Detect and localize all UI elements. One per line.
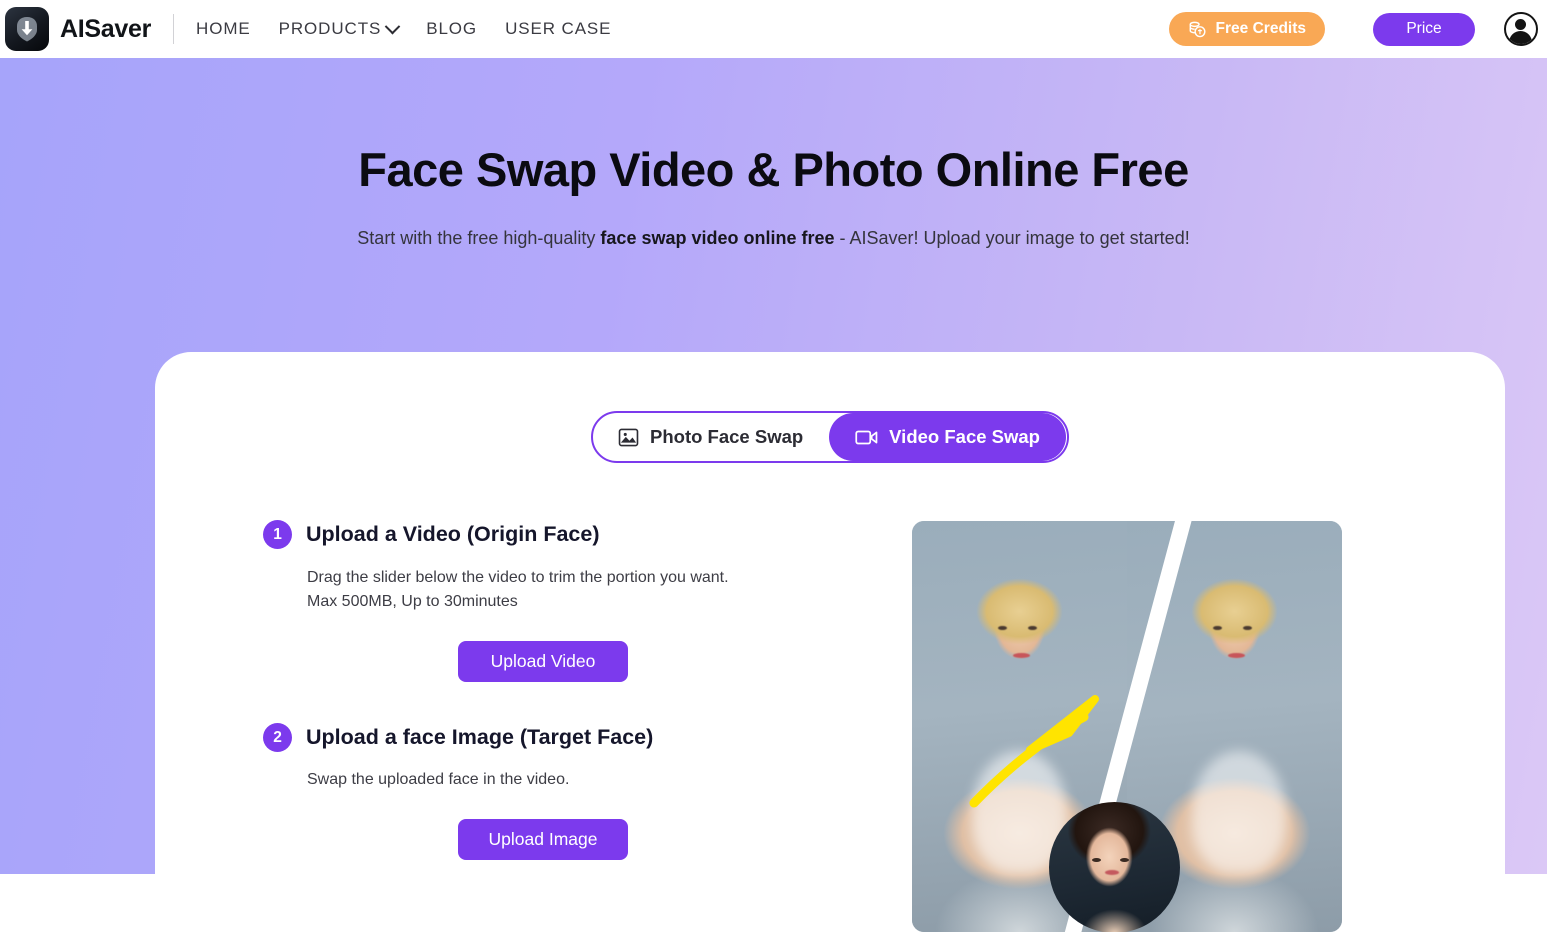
brand[interactable]: AISaver — [5, 7, 151, 51]
step-1-title: Upload a Video (Origin Face) — [306, 522, 600, 546]
step-2-header: 2 Upload a face Image (Target Face) — [263, 723, 823, 753]
header-actions: Free Credits Price — [1168, 0, 1547, 58]
free-credits-button[interactable]: Free Credits — [1168, 12, 1325, 46]
origin-lips — [1013, 652, 1031, 658]
thumb-eye-right — [1119, 858, 1129, 863]
tab-label: Photo Face Swap — [650, 426, 804, 447]
price-button[interactable]: Price — [1373, 12, 1475, 46]
main-nav: HOME PRODUCTS BLOG USER CASE — [196, 18, 611, 39]
brand-name: AISaver — [60, 14, 152, 43]
header-divider — [173, 14, 175, 44]
step-1-badge: 1 — [263, 520, 292, 549]
target-face-thumbnail — [1049, 802, 1180, 932]
step-2: 2 Upload a face Image (Target Face) Swap… — [263, 723, 823, 861]
tab-label: Video Face Swap — [889, 426, 1040, 447]
result-lips — [1228, 652, 1246, 658]
site-header: AISaver HOME PRODUCTS BLOG USER CASE Fre… — [0, 0, 1547, 58]
nav-label: HOME — [196, 19, 251, 38]
step-1-header: 1 Upload a Video (Origin Face) — [263, 520, 823, 549]
nav-label: BLOG — [426, 19, 478, 38]
upload-video-button[interactable]: Upload Video — [458, 641, 628, 683]
video-camera-icon — [855, 430, 878, 444]
nav-item-home[interactable]: HOME — [196, 19, 251, 39]
step-1: 1 Upload a Video (Origin Face) Drag the … — [263, 520, 823, 683]
result-eye-right — [1243, 625, 1253, 631]
result-eye-left — [1213, 625, 1222, 631]
nav-label: PRODUCTS — [278, 19, 382, 38]
origin-eye-right — [1028, 625, 1038, 631]
step-2-description: Swap the uploaded face in the video. — [307, 768, 823, 792]
nav-item-user-case[interactable]: USER CASE — [505, 19, 611, 39]
chevron-down-icon — [384, 18, 401, 34]
photo-icon — [618, 428, 639, 446]
face-swap-tabs: Photo Face Swap Video Face Swap — [591, 411, 1069, 463]
upload-image-button[interactable]: Upload Image — [458, 819, 628, 861]
result-top — [1191, 751, 1287, 875]
step-2-desc-line1: Swap the uploaded face in the video. — [307, 771, 570, 789]
hero-subtitle: Start with the free high-quality face sw… — [0, 228, 1547, 249]
step-2-title: Upload a face Image (Target Face) — [306, 725, 654, 750]
step-1-description: Drag the slider below the video to trim … — [307, 566, 823, 613]
coins-icon — [1189, 21, 1206, 37]
hero-subtitle-suffix: - AISaver! Upload your image to get star… — [834, 228, 1190, 248]
hero-section: Face Swap Video & Photo Online Free Star… — [0, 58, 1547, 932]
free-credits-label: Free Credits — [1215, 20, 1306, 37]
price-label: Price — [1406, 20, 1442, 37]
nav-item-products[interactable]: PRODUCTS — [278, 18, 401, 39]
page-title: Face Swap Video & Photo Online Free — [358, 143, 1189, 196]
hero-subtitle-bold: face swap video online free — [600, 228, 835, 248]
step-2-badge: 2 — [263, 723, 292, 753]
hero-subtitle-prefix: Start with the free high-quality — [357, 228, 601, 248]
user-avatar-icon[interactable] — [1504, 12, 1538, 46]
step-1-desc-line2: Max 500MB, Up to 30minutes — [307, 592, 518, 610]
origin-eye-left — [998, 625, 1007, 631]
thumb-lips — [1105, 870, 1120, 876]
upload-steps: 1 Upload a Video (Origin Face) Drag the … — [263, 520, 823, 861]
download-arrow-logo-icon — [5, 7, 49, 51]
nav-label: USER CASE — [505, 19, 612, 38]
thumb-eye-left — [1092, 858, 1102, 863]
tab-photo-face-swap[interactable]: Photo Face Swap — [594, 413, 827, 461]
tab-video-face-swap[interactable]: Video Face Swap — [829, 413, 1066, 461]
nav-item-blog[interactable]: BLOG — [426, 19, 477, 39]
step-1-desc-line1: Drag the slider below the video to trim … — [307, 569, 729, 586]
face-swap-preview-image — [912, 521, 1342, 932]
tool-card: Photo Face Swap Video Face Swap 1 Upload… — [155, 352, 1505, 932]
